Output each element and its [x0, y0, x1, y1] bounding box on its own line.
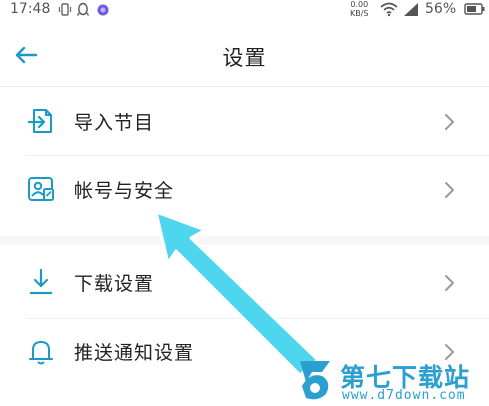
menu-item-account-security[interactable]: 帐号与安全: [0, 158, 489, 222]
signal-icon: [402, 2, 420, 21]
menu-item-label: 推送通知设置: [74, 342, 195, 364]
net-speed-value: 0.00: [350, 0, 369, 9]
import-icon: [26, 106, 56, 136]
menu-item-import-programs[interactable]: 导入节目: [0, 90, 489, 154]
header-divider: [0, 86, 489, 87]
chevron-right-icon: [442, 273, 456, 293]
chevron-right-icon: [442, 180, 456, 200]
vibrate-icon: [58, 2, 72, 22]
menu-item-label: 导入节目: [74, 112, 155, 134]
menu-item-download-settings[interactable]: 下载设置: [0, 251, 489, 315]
battery-percentage: 56%: [425, 1, 457, 17]
qq-icon: [76, 2, 90, 22]
watermark: 第七下载站 www.d7down.com: [292, 356, 489, 406]
chevron-right-icon: [442, 112, 456, 132]
page-title: 设置: [222, 46, 267, 70]
row-divider: [26, 318, 489, 319]
account-security-icon: [26, 174, 56, 204]
status-bar: 17:48 0.00 KB/S 56%: [0, 0, 489, 20]
menu-item-label: 帐号与安全: [74, 180, 175, 202]
net-speed-unit: KB/S: [350, 9, 369, 18]
watermark-logo-icon: [296, 358, 336, 402]
bell-icon: [26, 336, 56, 366]
menu-item-label: 下载设置: [74, 273, 155, 295]
section-separator: [0, 236, 489, 245]
title-bar: 设置: [0, 28, 489, 84]
status-time: 17:48: [10, 1, 51, 17]
row-divider: [26, 155, 489, 156]
network-speed: 0.00 KB/S: [350, 0, 369, 18]
download-icon: [26, 267, 56, 297]
watermark-url: www.d7down.com: [342, 388, 466, 403]
battery-icon: [464, 2, 486, 20]
wifi-icon: [380, 2, 398, 21]
app-notification-icon: [96, 2, 110, 22]
